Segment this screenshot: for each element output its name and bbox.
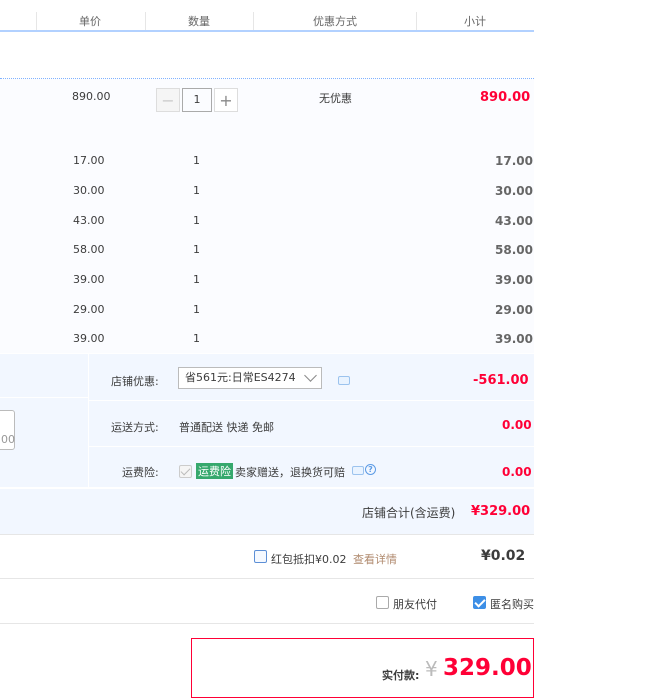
shop-column-divider xyxy=(88,354,89,487)
shop-total-label: 店铺合计(含运费) xyxy=(362,506,456,520)
insurance-label: 运费险: xyxy=(122,466,159,479)
section-divider xyxy=(0,534,534,535)
shipping-amount: 0.00 xyxy=(502,418,532,432)
shop-total-amount: ¥329.00 xyxy=(471,504,531,519)
redpacket-checkbox[interactable] xyxy=(254,550,267,563)
sub-item-subtotal: 39.00 xyxy=(495,332,533,346)
friend-pay-label: 朋友代付 xyxy=(393,598,437,611)
main-item-discount: 无优惠 xyxy=(319,92,352,105)
message-icon[interactable] xyxy=(338,376,350,385)
message-input[interactable]: 00 xyxy=(0,410,15,450)
header-divider xyxy=(416,12,417,30)
sub-item-subtotal: 30.00 xyxy=(495,184,533,198)
help-icon[interactable]: ? xyxy=(365,464,376,475)
sub-item-subtotal: 43.00 xyxy=(495,214,533,228)
shipping-value: 普通配送 快递 免邮 xyxy=(179,421,274,434)
header-discount: 优惠方式 xyxy=(313,15,357,28)
quantity-stepper[interactable]: − 1 + xyxy=(156,88,238,112)
redpacket-amount: ¥0.02 xyxy=(481,548,526,564)
header-subtotal: 小计 xyxy=(464,15,486,28)
sub-item-subtotal: 39.00 xyxy=(495,273,533,287)
shop-row-divider xyxy=(89,400,534,401)
quantity-input[interactable]: 1 xyxy=(182,88,212,112)
message-input-text: 00 xyxy=(1,433,15,446)
header-quantity: 数量 xyxy=(188,15,210,28)
payment-amount: 329.00 xyxy=(443,655,532,681)
sub-item-quantity: 1 xyxy=(193,303,200,316)
sub-item-price: 43.00 xyxy=(73,214,105,227)
redpacket-label: 红包抵扣¥0.02 xyxy=(271,553,347,566)
sub-item-price: 30.00 xyxy=(73,184,105,197)
sub-item-quantity: 1 xyxy=(193,243,200,256)
header-divider xyxy=(36,12,37,30)
shop-promo-value: 省561元:日常ES4274 xyxy=(185,371,296,384)
header-underline xyxy=(0,30,534,32)
sub-item-quantity: 1 xyxy=(193,184,200,197)
insurance-amount: 0.00 xyxy=(502,465,532,479)
redpacket-details-link[interactable]: 查看详情 xyxy=(353,551,397,567)
sub-item-quantity: 1 xyxy=(193,273,200,286)
sub-item-subtotal: 17.00 xyxy=(495,154,533,168)
shop-promo-label: 店铺优惠: xyxy=(111,375,159,388)
anonymous-label: 匿名购买 xyxy=(490,598,534,611)
header-price: 单价 xyxy=(79,15,101,28)
insurance-text: 卖家赠送，退换货可赔 xyxy=(235,466,345,479)
payment-label: 实付款: xyxy=(382,669,420,682)
sub-item-quantity: 1 xyxy=(193,332,200,345)
payment-currency: ¥ xyxy=(425,657,438,681)
insurance-checkbox[interactable] xyxy=(179,465,192,478)
message-icon[interactable] xyxy=(352,466,364,475)
main-item-price: 890.00 xyxy=(72,90,111,103)
header-divider xyxy=(253,12,254,30)
decrease-button[interactable]: − xyxy=(156,88,180,112)
sub-item-quantity: 1 xyxy=(193,154,200,167)
sub-item-quantity: 1 xyxy=(193,214,200,227)
sub-item-price: 39.00 xyxy=(73,273,105,286)
increase-button[interactable]: + xyxy=(214,88,238,112)
anonymous-checkbox[interactable] xyxy=(473,596,486,609)
sub-item-subtotal: 58.00 xyxy=(495,243,533,257)
header-divider xyxy=(145,12,146,30)
sub-item-price: 29.00 xyxy=(73,303,105,316)
shop-promo-select[interactable]: 省561元:日常ES4274 xyxy=(178,367,322,389)
sub-item-subtotal: 29.00 xyxy=(495,303,533,317)
section-divider xyxy=(0,578,534,579)
sub-item-price: 39.00 xyxy=(73,332,105,345)
shop-row-divider xyxy=(89,446,534,447)
main-item-subtotal: 890.00 xyxy=(480,90,531,105)
friend-pay-checkbox[interactable] xyxy=(376,596,389,609)
sub-item-price: 58.00 xyxy=(73,243,105,256)
sub-item-price: 17.00 xyxy=(73,154,105,167)
chevron-down-icon xyxy=(304,369,317,382)
shipping-label: 运送方式: xyxy=(111,421,159,434)
section-divider xyxy=(0,623,534,624)
left-divider xyxy=(0,397,89,398)
shop-promo-amount: -561.00 xyxy=(473,373,529,388)
insurance-tag: 运费险 xyxy=(196,463,233,479)
